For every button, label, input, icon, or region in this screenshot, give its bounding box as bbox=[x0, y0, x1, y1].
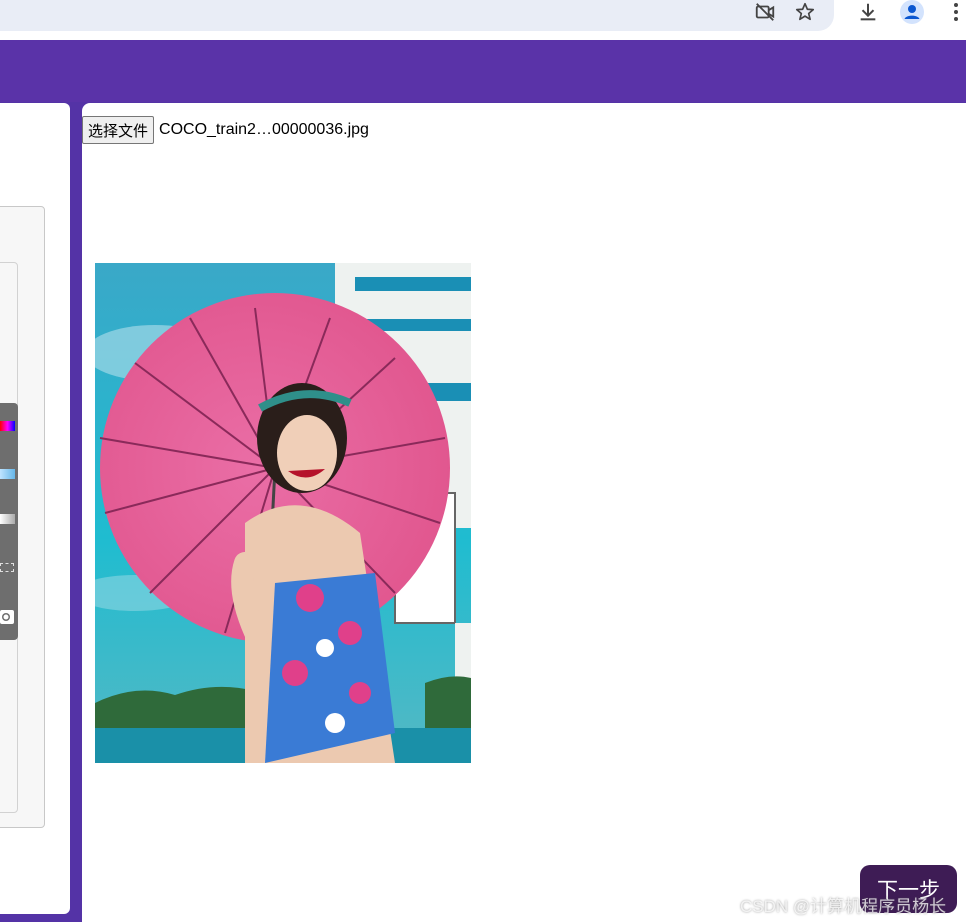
left-panel bbox=[0, 103, 70, 914]
camera-off-icon[interactable] bbox=[752, 0, 778, 24]
choose-file-button[interactable]: 选择文件 bbox=[82, 116, 155, 144]
selected-file-name: COCO_train2…00000036.jpg bbox=[159, 121, 369, 138]
preview-photo bbox=[95, 263, 471, 763]
fill-color-icon[interactable] bbox=[0, 469, 15, 479]
camera-icon[interactable] bbox=[0, 606, 15, 626]
uploaded-image-preview bbox=[95, 263, 471, 763]
watermark: CSDN @计算机程序员杨长 bbox=[740, 897, 947, 916]
download-icon[interactable] bbox=[856, 0, 880, 24]
address-bar[interactable] bbox=[0, 0, 834, 31]
gradient-icon[interactable] bbox=[0, 514, 15, 524]
file-upload: 选择文件 COCO_train2…00000036.jpg bbox=[82, 116, 369, 144]
bookmark-star-icon[interactable] bbox=[793, 0, 817, 24]
more-menu-icon[interactable] bbox=[946, 0, 966, 24]
tool-strip bbox=[0, 403, 18, 640]
profile-avatar-icon[interactable] bbox=[899, 0, 925, 24]
app-header bbox=[0, 40, 966, 102]
selection-icon[interactable] bbox=[0, 563, 14, 572]
color-palette-icon[interactable] bbox=[0, 421, 15, 431]
